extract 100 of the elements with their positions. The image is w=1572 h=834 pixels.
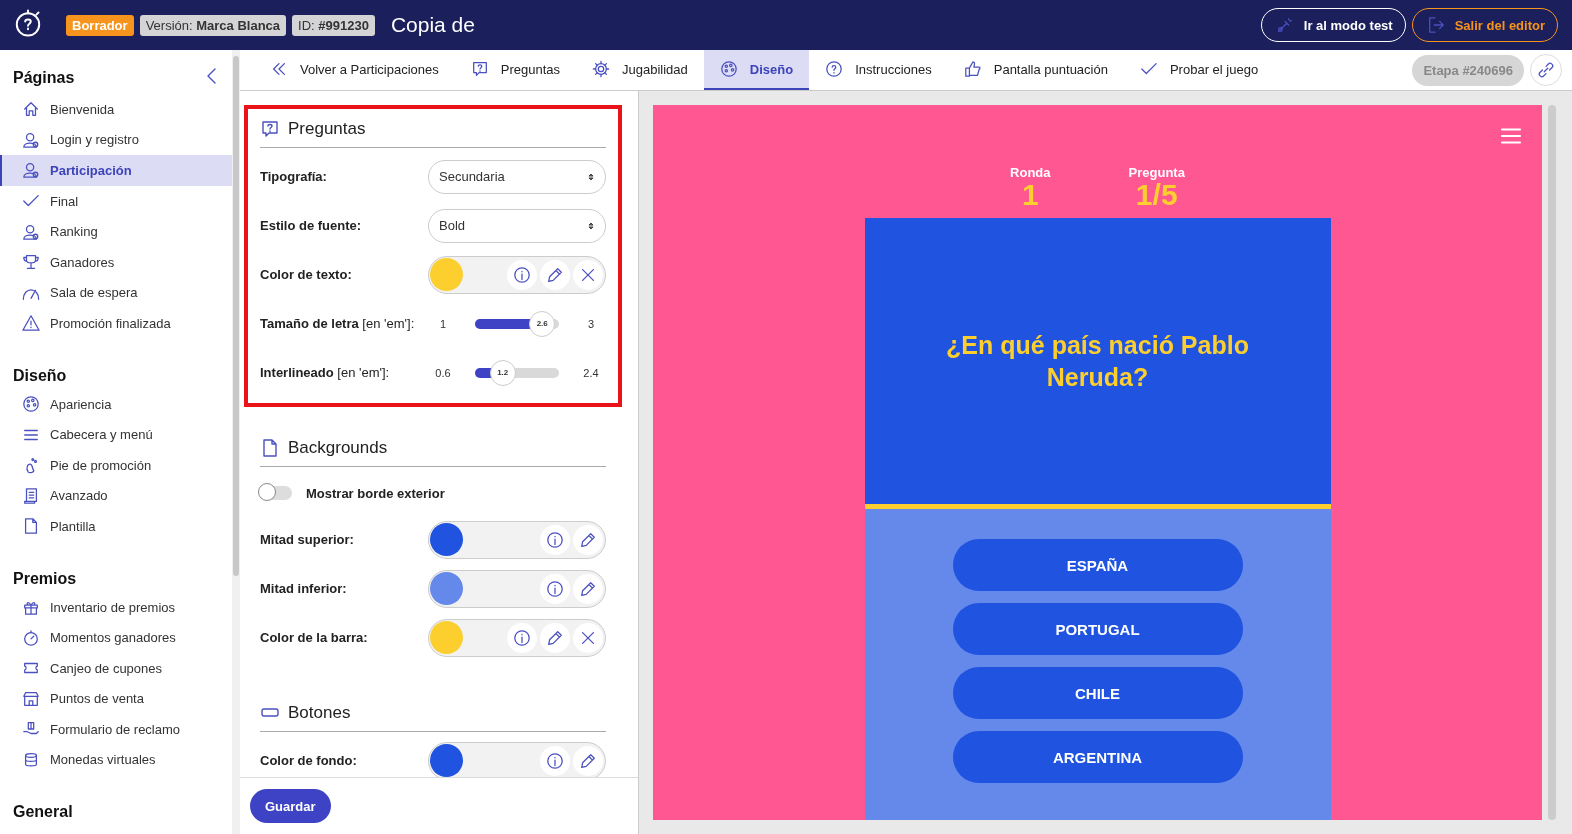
edit-button[interactable] <box>573 745 603 776</box>
edit-button[interactable] <box>540 259 570 290</box>
thumbs-up-icon <box>963 60 982 78</box>
sidebar-item[interactable]: Momentos ganadores <box>0 622 232 653</box>
answer-button[interactable]: ARGENTINA <box>952 731 1243 783</box>
sidebar-item[interactable]: Bienvenida <box>0 94 232 125</box>
palette-icon <box>22 395 40 414</box>
slider-max: 3 <box>586 317 596 330</box>
select-field[interactable]: Secundaria <box>428 159 606 194</box>
stopwatch-icon <box>22 628 40 647</box>
scrollbar[interactable] <box>1548 105 1556 820</box>
slider-thumb[interactable]: 1.2 <box>489 359 516 386</box>
slider-max: 2.4 <box>582 366 600 379</box>
color-picker[interactable] <box>428 255 606 294</box>
sidebar-item[interactable]: Sala de espera <box>0 277 232 309</box>
slider-thumb[interactable]: 2.6 <box>529 310 556 337</box>
slider-min: 0.6 <box>434 366 452 379</box>
tab[interactable]: Probar el juego <box>1123 50 1275 90</box>
settings-icon <box>592 60 610 78</box>
stat-value: 1 <box>1021 180 1039 210</box>
tab[interactable]: Preguntas <box>454 50 576 90</box>
stat-label: Ronda <box>1010 165 1051 180</box>
sidebar-item[interactable]: Final <box>0 185 232 217</box>
field-label: Color de la barra: <box>260 630 368 645</box>
toggle-label: Mostrar borde exterior <box>306 485 445 501</box>
slider-track[interactable]: 1.2 <box>468 358 566 387</box>
file-icon <box>260 438 280 458</box>
field-label: Interlineado [en 'em']: <box>260 365 390 380</box>
field-label: Estilo de fuente: <box>260 218 362 233</box>
slider-min: 1 <box>438 317 448 330</box>
edit-button[interactable] <box>573 524 603 555</box>
color-picker[interactable] <box>428 618 606 657</box>
question-bubble-icon <box>260 119 280 139</box>
info-icon <box>546 530 564 549</box>
field-label: Mitad inferior: <box>260 581 347 596</box>
color-swatch[interactable] <box>430 744 463 777</box>
clear-button[interactable] <box>573 622 603 653</box>
info-icon <box>513 265 531 284</box>
pencil-icon <box>546 628 564 647</box>
question-text: ¿En qué país nació Pablo Neruda? <box>945 329 1250 393</box>
scroll-icon <box>22 486 40 505</box>
tab[interactable]: Diseño <box>703 50 810 90</box>
tab[interactable]: Volver a Participaciones <box>254 50 455 90</box>
sidebar-item[interactable]: Apariencia <box>0 388 232 420</box>
pencil-icon <box>546 265 564 284</box>
answer-button[interactable]: CHILE <box>952 667 1243 719</box>
sidebar-item[interactable]: Participación <box>0 155 232 186</box>
sidebar-item[interactable]: Monedas virtuales <box>0 744 232 776</box>
sidebar-item[interactable]: Pie de promoción <box>0 449 232 481</box>
info-icon <box>546 579 564 598</box>
info-button[interactable] <box>507 259 537 290</box>
sidebar-item[interactable]: Ganadores <box>0 246 232 278</box>
color-swatch[interactable] <box>430 621 463 654</box>
section-title: Backgrounds <box>288 438 388 458</box>
double-chevron-icon <box>270 60 288 78</box>
tab[interactable]: Instrucciones <box>809 50 948 90</box>
edit-button[interactable] <box>573 573 603 604</box>
user-icon <box>22 161 40 180</box>
wand-icon <box>1275 16 1294 34</box>
field-label: Color de texto: <box>260 267 352 282</box>
tab[interactable]: Jugabilidad <box>576 50 704 90</box>
info-button[interactable] <box>540 573 570 604</box>
info-icon <box>546 751 564 770</box>
stopwatch-icon <box>14 9 42 37</box>
color-picker[interactable] <box>428 520 606 559</box>
color-swatch[interactable] <box>430 523 463 556</box>
edit-button[interactable] <box>540 622 570 653</box>
sidebar-item[interactable]: Promoción finalizada <box>0 308 232 339</box>
color-swatch[interactable] <box>430 258 463 291</box>
select-field[interactable]: Bold <box>428 208 606 243</box>
info-button[interactable] <box>507 622 537 653</box>
sidebar-item[interactable]: Puntos de venta <box>0 683 232 715</box>
color-picker[interactable] <box>428 741 606 777</box>
palette-icon <box>719 60 738 78</box>
sidebar-item[interactable]: Canjeo de cupones <box>0 652 232 684</box>
color-swatch[interactable] <box>430 572 463 605</box>
sidebar-item[interactable]: Plantilla <box>0 511 232 542</box>
sidebar-item[interactable]: Inventario de premios <box>0 591 232 623</box>
info-button[interactable] <box>540 745 570 776</box>
sidebar-item[interactable]: Cabecera y menú <box>0 419 232 450</box>
stat-value: 1/5 <box>1135 180 1178 210</box>
warning-icon <box>22 314 40 333</box>
color-picker[interactable] <box>428 569 606 608</box>
answer-button[interactable]: ESPAÑA <box>952 539 1243 591</box>
answer-button[interactable]: PORTUGAL <box>952 603 1243 655</box>
sidebar-item[interactable]: Ranking <box>0 216 232 247</box>
sidebar-item[interactable]: Avanzado <box>0 480 232 512</box>
sidebar-item[interactable]: Formulario de reclamo <box>0 714 232 745</box>
toggle-switch[interactable] <box>260 486 292 500</box>
sidebar-item[interactable]: Login y registro <box>0 124 232 156</box>
info-button[interactable] <box>540 524 570 555</box>
section-title: Botones <box>288 703 351 723</box>
slider-track[interactable]: 2.6 <box>468 309 566 338</box>
save-button[interactable]: Guardar <box>250 789 331 823</box>
section-heading: Premios <box>13 569 77 588</box>
clear-button[interactable] <box>573 259 603 290</box>
stage-badge: Etapa #240696 <box>1412 54 1524 86</box>
field-label: Tamaño de letra [en 'em']: <box>260 316 415 331</box>
link-button[interactable] <box>1530 54 1562 86</box>
tab[interactable]: Pantalla puntuación <box>947 50 1124 90</box>
